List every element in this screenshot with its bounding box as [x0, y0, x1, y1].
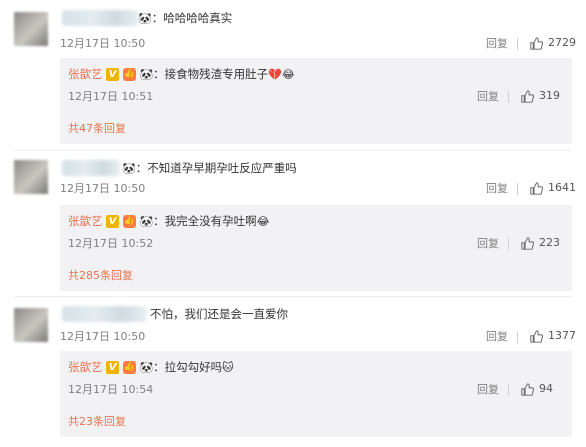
reply-button[interactable]: 回复: [486, 37, 508, 51]
broken-heart-emoji: 💔: [268, 67, 282, 81]
reply-text: 张歆艺 V 👍 🐼：拉勾勾好吗🐱: [68, 360, 234, 374]
like-count: 2729: [548, 36, 576, 49]
verified-badge: V: [106, 68, 120, 81]
laugh-cry-emoji: 😂: [281, 67, 295, 81]
laugh-cry-emoji: 😂: [256, 214, 270, 228]
comment-text: 🐼：不知道孕早期孕吐反应严重吗: [122, 161, 297, 175]
more-replies-link[interactable]: 共23条回复: [68, 415, 126, 429]
like-button[interactable]: 1641: [530, 181, 576, 195]
reply-button[interactable]: 回复: [477, 237, 499, 251]
like-button[interactable]: 1377: [530, 329, 576, 343]
reply-button[interactable]: 回复: [486, 330, 508, 344]
divider: [517, 38, 518, 50]
commenter-name-blurred[interactable]: [62, 10, 138, 26]
like-count: 223: [539, 236, 560, 249]
like-button[interactable]: 319: [521, 89, 560, 103]
comment-text: 不怕，我们还是会一直爱你: [150, 307, 288, 321]
verified-badge: V: [106, 215, 120, 228]
reply-text: 张歆艺 V 👍 🐼：我完全没有孕吐啊😂: [68, 214, 270, 228]
thumbs-up-icon: [530, 329, 543, 343]
divider: [508, 238, 509, 250]
like-count: 1641: [548, 181, 576, 194]
commenter-name-blurred[interactable]: [62, 306, 146, 322]
thumbs-up-icon: [530, 181, 543, 195]
avatar[interactable]: [14, 160, 48, 194]
avatar[interactable]: [14, 308, 48, 342]
panda-emoji: 🐼: [122, 161, 136, 175]
fan-badge: 👍: [122, 215, 136, 228]
panda-emoji: 🐼: [138, 11, 152, 25]
comment-divider: [14, 296, 572, 297]
reply-box: 张歆艺 V 👍 🐼：接食物残渣专用肚子💔😂 12月17日 10:51 回复 31…: [60, 58, 572, 144]
panda-emoji: 🐼: [139, 67, 154, 81]
comment-time: 12月17日 10:50: [60, 37, 146, 50]
like-button[interactable]: 223: [521, 236, 560, 250]
reply-time: 12月17日 10:52: [68, 237, 154, 250]
avatar[interactable]: [14, 12, 48, 46]
panda-emoji: 🐼: [139, 214, 154, 228]
reply-button[interactable]: 回复: [477, 383, 499, 397]
comment-time: 12月17日 10:50: [60, 182, 146, 195]
reply-button[interactable]: 回复: [486, 182, 508, 196]
divider: [517, 331, 518, 343]
like-button[interactable]: 94: [521, 382, 553, 396]
divider: [508, 91, 509, 103]
thumbs-up-icon: [521, 382, 534, 396]
like-button[interactable]: 2729: [530, 36, 576, 50]
thumbs-up-icon: [521, 236, 534, 250]
fan-badge: 👍: [122, 68, 136, 81]
reply-box: 张歆艺 V 👍 🐼：拉勾勾好吗🐱 12月17日 10:54 回复 94 共23条…: [60, 351, 572, 437]
reply-box: 张歆艺 V 👍 🐼：我完全没有孕吐啊😂 12月17日 10:52 回复 223 …: [60, 205, 572, 291]
more-replies-link[interactable]: 共47条回复: [68, 122, 126, 136]
divider: [517, 183, 518, 195]
like-count: 94: [539, 382, 553, 395]
like-count: 319: [539, 89, 560, 102]
reply-author[interactable]: 张歆艺: [68, 67, 103, 81]
like-count: 1377: [548, 329, 576, 342]
reply-time: 12月17日 10:51: [68, 90, 154, 103]
comment-time: 12月17日 10:50: [60, 330, 146, 343]
reply-author[interactable]: 张歆艺: [68, 214, 103, 228]
thumbs-up-icon: [521, 89, 534, 103]
more-replies-link[interactable]: 共285条回复: [68, 269, 133, 283]
fan-badge: 👍: [122, 361, 136, 374]
thumbs-up-icon: [530, 36, 543, 50]
divider: [508, 384, 509, 396]
commenter-name-blurred[interactable]: [62, 160, 120, 176]
comment-divider: [14, 150, 572, 151]
comment-text: 🐼：哈哈哈哈真实: [138, 11, 233, 25]
reply-author[interactable]: 张歆艺: [68, 360, 103, 374]
reply-text: 张歆艺 V 👍 🐼：接食物残渣专用肚子💔😂: [68, 67, 295, 81]
panda-emoji: 🐼: [139, 360, 154, 374]
verified-badge: V: [106, 361, 120, 374]
cat-emoji: 🐱: [222, 360, 234, 374]
reply-time: 12月17日 10:54: [68, 383, 154, 396]
reply-button[interactable]: 回复: [477, 90, 499, 104]
